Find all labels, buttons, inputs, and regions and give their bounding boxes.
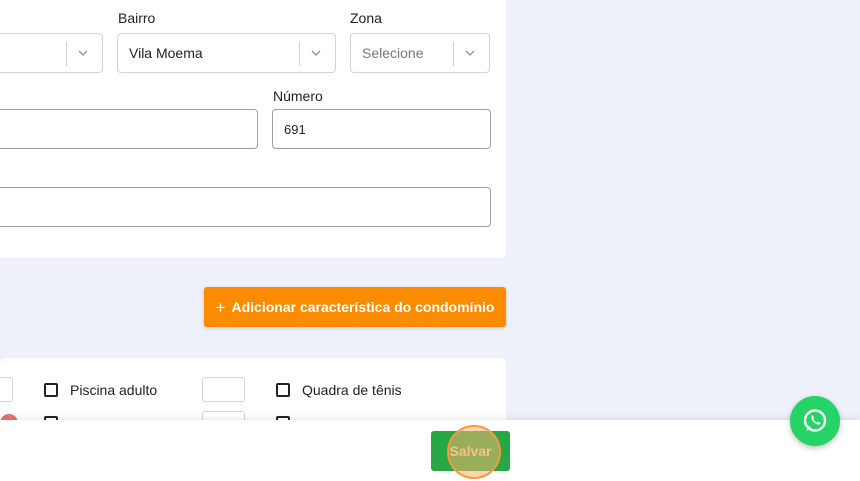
chevron-down-icon — [78, 50, 88, 57]
quadra-tenis-label: Quadra de tênis — [302, 382, 402, 398]
chevron-down-icon — [465, 50, 475, 57]
add-condo-feature-label: Adicionar característica do condomínio — [231, 299, 495, 315]
piscina-adulto-checkbox[interactable] — [44, 383, 58, 397]
select-separator — [299, 42, 300, 66]
numero-value: 691 — [284, 122, 306, 137]
cidade-select[interactable] — [0, 33, 103, 73]
plus-icon: + — [215, 297, 226, 317]
whatsapp-icon — [803, 409, 827, 432]
numero-label: Número — [273, 88, 323, 104]
feature-quantity-box[interactable] — [202, 377, 245, 402]
zona-select[interactable]: Selecione — [350, 33, 490, 73]
bairro-label: Bairro — [118, 10, 156, 26]
complemento-input[interactable] — [0, 187, 491, 227]
feature-quantity-box[interactable] — [0, 377, 13, 402]
form-footer — [0, 420, 860, 481]
chevron-down-icon — [311, 50, 321, 57]
whatsapp-button[interactable] — [790, 396, 840, 446]
select-separator — [66, 42, 67, 66]
save-button[interactable]: Salvar — [431, 431, 510, 471]
logradouro-input[interactable] — [0, 109, 258, 149]
zona-label: Zona — [350, 10, 382, 26]
numero-input[interactable]: 691 — [272, 109, 491, 149]
select-separator — [453, 42, 454, 66]
bairro-value: Vila Moema — [129, 45, 203, 61]
condo-features-card: Piscina adulto Quadra de tênis — [0, 358, 506, 436]
address-form-card: Bairro Vila Moema Zona Selecione Número … — [0, 0, 506, 258]
zona-placeholder: Selecione — [362, 45, 424, 61]
quadra-tenis-checkbox[interactable] — [276, 383, 290, 397]
bairro-select[interactable]: Vila Moema — [117, 33, 336, 73]
piscina-adulto-label: Piscina adulto — [70, 382, 158, 398]
add-condo-feature-button[interactable]: + Adicionar característica do condomínio — [204, 287, 506, 327]
